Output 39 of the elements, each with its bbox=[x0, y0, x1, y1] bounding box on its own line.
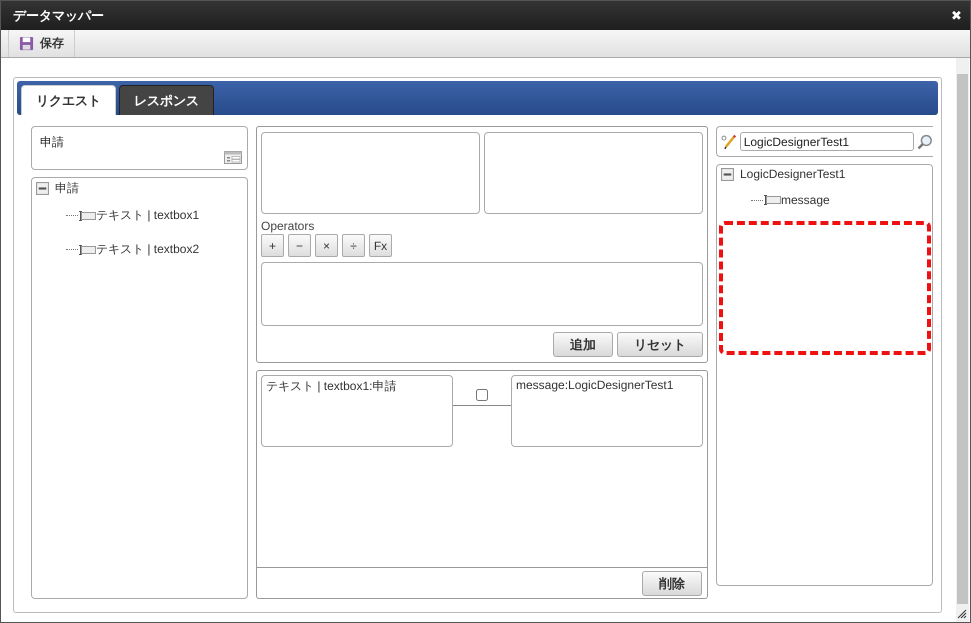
action-button[interactable]: リセット bbox=[617, 332, 703, 357]
expression-slot[interactable] bbox=[261, 132, 480, 214]
tree-node-label[interactable]: テキスト | textbox2 bbox=[96, 241, 200, 258]
tree-node-label[interactable]: 申請 bbox=[55, 180, 79, 197]
operator-button[interactable]: × bbox=[315, 234, 338, 257]
mapping-checkbox[interactable] bbox=[476, 389, 488, 401]
mapping-target[interactable]: message:LogicDesignerTest1 bbox=[511, 375, 703, 447]
connector-line bbox=[453, 405, 511, 406]
tab[interactable]: リクエスト bbox=[21, 85, 116, 115]
tab[interactable]: レスポンス bbox=[119, 85, 214, 115]
mapping-source[interactable]: テキスト | textbox1:申請 bbox=[261, 375, 453, 447]
delete-button[interactable]: 削除 bbox=[642, 571, 702, 596]
tree-node-label[interactable]: message bbox=[781, 193, 830, 207]
tree-node-label[interactable]: LogicDesignerTest1 bbox=[740, 167, 846, 181]
save-button[interactable]: 保存 bbox=[8, 30, 75, 57]
operators-label: Operators bbox=[261, 219, 316, 233]
text-field-icon bbox=[78, 244, 96, 256]
text-field-icon bbox=[78, 210, 96, 222]
operator-button[interactable]: + bbox=[261, 234, 284, 257]
collapse-toggle[interactable] bbox=[721, 168, 734, 180]
form-icon bbox=[224, 151, 242, 164]
collapse-toggle[interactable] bbox=[36, 182, 49, 195]
action-button[interactable]: 追加 bbox=[553, 332, 613, 357]
pencil-icon bbox=[721, 134, 737, 150]
search-icon[interactable] bbox=[917, 134, 934, 150]
window-title: データマッパー bbox=[13, 6, 104, 24]
close-button[interactable]: ✖ bbox=[951, 8, 962, 23]
text-field-icon bbox=[763, 194, 781, 206]
resize-grip-icon[interactable] bbox=[957, 609, 967, 619]
scrollbar-thumb[interactable] bbox=[957, 74, 968, 604]
search-field[interactable]: LogicDesignerTest1 bbox=[740, 132, 914, 151]
source-title: 申請 bbox=[40, 135, 64, 149]
expression-field[interactable] bbox=[261, 262, 703, 326]
tree-node-label[interactable]: テキスト | textbox1 bbox=[96, 207, 200, 224]
operator-button[interactable]: Fx bbox=[369, 234, 392, 257]
operator-button[interactable]: − bbox=[288, 234, 311, 257]
expression-slot[interactable] bbox=[484, 132, 703, 214]
scrollbar[interactable] bbox=[956, 58, 969, 622]
operator-button[interactable]: ÷ bbox=[342, 234, 365, 257]
